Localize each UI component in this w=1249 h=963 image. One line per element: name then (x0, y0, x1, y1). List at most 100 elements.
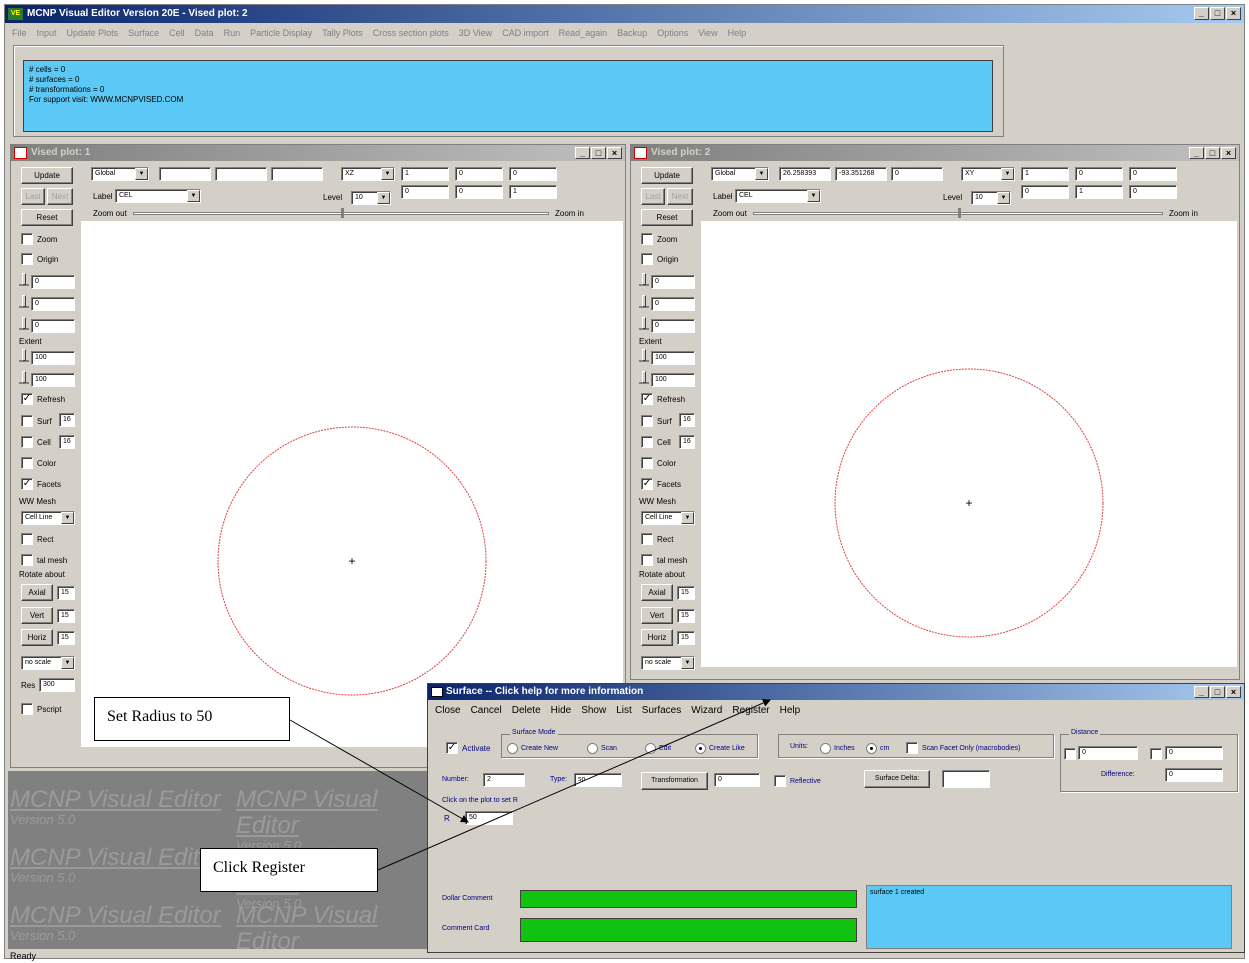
basis-field-row1[interactable]: 1 (401, 167, 449, 181)
vert-button[interactable]: Vert (21, 607, 53, 624)
zoom-slider-thumb[interactable] (958, 208, 961, 218)
surface-menu-item[interactable]: Register (727, 705, 774, 716)
plane-select[interactable]: XY ▼ (961, 167, 1015, 181)
dropdown-arrow-icon[interactable]: ▼ (61, 512, 74, 524)
horiz-field[interactable]: 15 (57, 631, 75, 645)
dropdown-arrow-icon[interactable]: ▼ (997, 192, 1010, 204)
dropdown-arrow-icon[interactable]: ▼ (807, 190, 820, 202)
axial-field[interactable]: 15 (57, 586, 75, 600)
mesh-select[interactable]: Cell Line ▼ (21, 511, 75, 525)
plot-canvas[interactable]: + (701, 221, 1237, 667)
slider-handle[interactable] (19, 317, 29, 331)
refresh-checkbox[interactable]: ✓ Refresh (21, 393, 65, 405)
dropdown-arrow-icon[interactable]: ▼ (61, 657, 74, 669)
plot-canvas[interactable]: + (81, 221, 623, 747)
menu-item[interactable]: Backup (612, 28, 652, 38)
minimize-icon[interactable]: _ (1194, 7, 1209, 20)
surface-delta-field[interactable] (942, 770, 990, 788)
color-checkbox[interactable]: Color (641, 457, 676, 469)
extent-field[interactable]: 100 (651, 373, 695, 387)
maximize-icon[interactable]: □ (1210, 686, 1225, 698)
surf-size-field[interactable]: 16 (679, 413, 695, 427)
comment-card-field[interactable] (520, 918, 857, 942)
origin-field[interactable]: 0 (651, 275, 695, 289)
number-field[interactable]: 2 (483, 773, 525, 787)
distance-checkbox-1[interactable] (1064, 748, 1076, 760)
coord-field[interactable] (271, 167, 323, 181)
dropdown-arrow-icon[interactable]: ▼ (135, 168, 148, 180)
scale-select[interactable]: no scale ▼ (21, 656, 75, 670)
next-button[interactable]: Next (47, 188, 73, 205)
dropdown-arrow-icon[interactable]: ▼ (381, 168, 394, 180)
mode-edit-radio[interactable]: Edit (645, 743, 671, 754)
scale-select[interactable]: no scale ▼ (641, 656, 695, 670)
menu-item[interactable]: Update Plots (62, 28, 124, 38)
basis-field-row1[interactable]: 0 (1075, 167, 1123, 181)
dropdown-arrow-icon[interactable]: ▼ (681, 657, 694, 669)
distance-field-2[interactable]: 0 (1165, 746, 1223, 760)
basis-field-row1[interactable]: 1 (1021, 167, 1069, 181)
reset-button[interactable]: Reset (21, 209, 73, 226)
menu-item[interactable]: Surface (123, 28, 164, 38)
minimize-icon[interactable]: _ (575, 147, 590, 159)
facets-checkbox[interactable]: ✓ Facets (21, 478, 61, 490)
surf-checkbox[interactable]: Surf (641, 415, 672, 427)
coord-system-select[interactable]: Global ▼ (711, 167, 769, 181)
coord-field[interactable]: 26.258393 (779, 167, 831, 181)
basis-field-row2[interactable]: 1 (1075, 185, 1123, 199)
surface-menu-item[interactable]: Hide (546, 705, 577, 716)
menu-item[interactable]: Run (219, 28, 246, 38)
mesh-select[interactable]: Cell Line ▼ (641, 511, 695, 525)
vert-field[interactable]: 15 (57, 609, 75, 623)
surface-menu-item[interactable]: Help (775, 705, 806, 716)
basis-field-row2[interactable]: 0 (1129, 185, 1177, 199)
distance-field-1[interactable]: 0 (1078, 746, 1138, 760)
menu-item[interactable]: File (7, 28, 32, 38)
vert-button[interactable]: Vert (641, 607, 673, 624)
menu-item[interactable]: Input (32, 28, 62, 38)
cell-checkbox[interactable]: Cell (641, 436, 671, 448)
basis-field-row2[interactable]: 0 (455, 185, 503, 199)
transformation-field[interactable]: 0 (714, 773, 760, 787)
dropdown-arrow-icon[interactable]: ▼ (681, 512, 694, 524)
surface-delta-button[interactable]: Surface Delta: (864, 770, 930, 788)
close-icon[interactable]: × (607, 147, 622, 159)
slider-handle[interactable] (19, 349, 29, 363)
update-button[interactable]: Update (641, 167, 693, 184)
menu-item[interactable]: CAD import (497, 28, 554, 38)
close-icon[interactable]: × (1221, 147, 1236, 159)
mode-create-like-radio[interactable]: Create Like (695, 743, 745, 754)
facets-checkbox[interactable]: ✓ Facets (641, 478, 681, 490)
basis-field-row1[interactable]: 0 (1129, 167, 1177, 181)
radius-field[interactable]: 50 (465, 811, 513, 825)
surface-menu-item[interactable]: Wizard (686, 705, 727, 716)
label-select[interactable]: CEL ▼ (735, 189, 821, 203)
dropdown-arrow-icon[interactable]: ▼ (377, 192, 390, 204)
dollar-comment-field[interactable] (520, 890, 857, 908)
next-button[interactable]: Next (667, 188, 693, 205)
menu-item[interactable]: Options (652, 28, 693, 38)
difference-field[interactable]: 0 (1165, 768, 1223, 782)
reset-button[interactable]: Reset (641, 209, 693, 226)
refresh-checkbox[interactable]: ✓ Refresh (641, 393, 685, 405)
level-select[interactable]: 10 ▼ (971, 191, 1011, 205)
mode-scan-radio[interactable]: Scan (587, 743, 617, 754)
maximize-icon[interactable]: □ (1205, 147, 1220, 159)
menu-item[interactable]: Read_again (554, 28, 613, 38)
plane-select[interactable]: XZ ▼ (341, 167, 395, 181)
vert-field[interactable]: 15 (677, 609, 695, 623)
origin-checkbox[interactable]: Origin (641, 253, 678, 265)
menu-item[interactable]: Data (190, 28, 219, 38)
axial-button[interactable]: Axial (21, 584, 53, 601)
menu-item[interactable]: Tally Plots (317, 28, 368, 38)
surface-menu-item[interactable]: List (611, 705, 637, 716)
dropdown-arrow-icon[interactable]: ▼ (755, 168, 768, 180)
extent-field[interactable]: 100 (651, 351, 695, 365)
slider-handle[interactable] (19, 371, 29, 385)
slider-handle[interactable] (639, 371, 649, 385)
last-button[interactable]: Last (21, 188, 45, 205)
basis-field-row1[interactable]: 0 (455, 167, 503, 181)
dropdown-arrow-icon[interactable]: ▼ (1001, 168, 1014, 180)
rect-checkbox[interactable]: Rect (641, 533, 673, 545)
res-field[interactable]: 300 (39, 678, 75, 692)
